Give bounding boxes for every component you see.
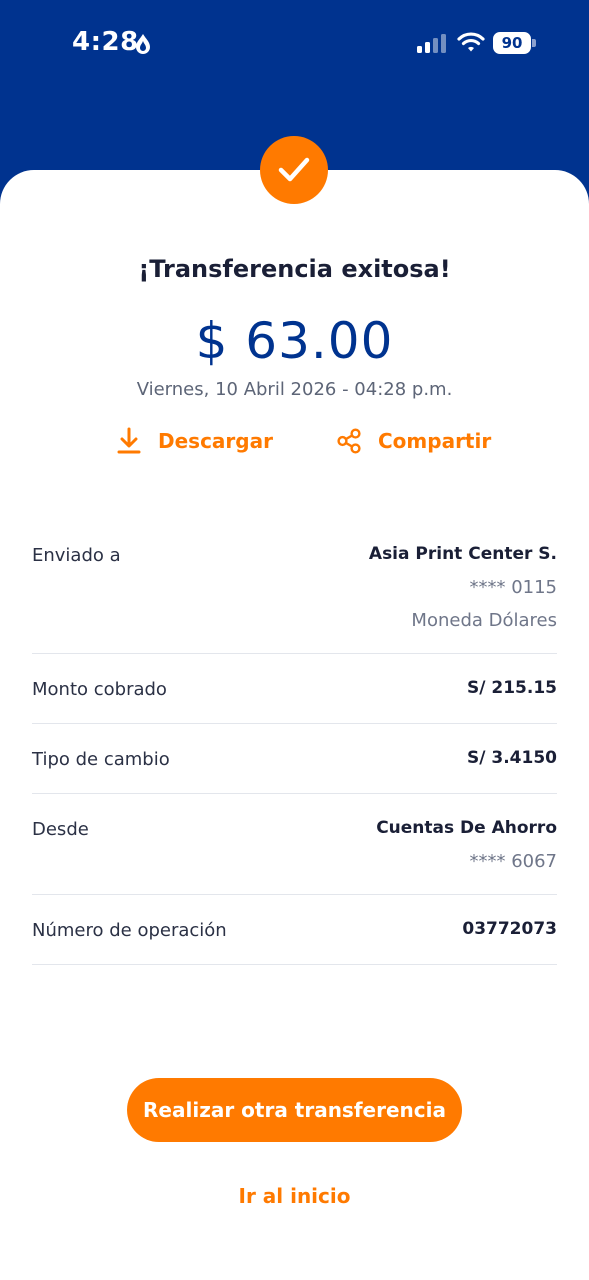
detail-row-sent-to: Enviado a Asia Print Center S. **** 0115… bbox=[32, 530, 557, 654]
page-title: ¡Transferencia exitosa! bbox=[138, 255, 451, 283]
recipient-currency: Moneda Dólares bbox=[411, 610, 557, 631]
download-label: Descargar bbox=[158, 429, 273, 453]
signal-icon bbox=[417, 34, 446, 53]
exchange-value: S/ 3.4150 bbox=[467, 748, 557, 768]
success-check-icon bbox=[260, 136, 328, 204]
detail-row-operation: Número de operación 03772073 bbox=[32, 895, 557, 965]
from-account-number: **** 6067 bbox=[469, 851, 557, 872]
checkmark-icon bbox=[278, 157, 310, 182]
sent-to-label: Enviado a bbox=[32, 545, 121, 566]
charged-label: Monto cobrado bbox=[32, 679, 167, 700]
detail-row-exchange: Tipo de cambio S/ 3.4150 bbox=[32, 724, 557, 794]
share-icon bbox=[337, 428, 361, 454]
download-button[interactable]: Descargar bbox=[116, 426, 273, 456]
from-label: Desde bbox=[32, 819, 89, 840]
share-label: Compartir bbox=[378, 429, 492, 453]
detail-row-charged: Monto cobrado S/ 215.15 bbox=[32, 654, 557, 724]
status-bar: 4:28 90 bbox=[0, 0, 589, 90]
wifi-icon bbox=[457, 32, 485, 52]
transfer-datetime: Viernes, 10 Abril 2026 - 04:28 p.m. bbox=[136, 379, 453, 400]
transfer-amount: $ 63.00 bbox=[195, 312, 394, 370]
battery-tip bbox=[532, 39, 536, 47]
recipient-name: Asia Print Center S. bbox=[368, 544, 557, 564]
battery-level: 90 bbox=[493, 32, 531, 54]
status-time: 4:28 bbox=[72, 27, 139, 57]
go-home-link[interactable]: Ir al inicio bbox=[0, 1184, 589, 1208]
battery-icon: 90 bbox=[493, 32, 537, 54]
detail-row-from: Desde Cuentas De Ahorro **** 6067 bbox=[32, 794, 557, 895]
new-transfer-button[interactable]: Realizar otra transferencia bbox=[127, 1078, 462, 1142]
operation-label: Número de operación bbox=[32, 920, 227, 941]
from-account-type: Cuentas De Ahorro bbox=[376, 818, 557, 838]
exchange-label: Tipo de cambio bbox=[32, 749, 170, 770]
recipient-account: **** 0115 bbox=[469, 577, 557, 598]
operation-number: 03772073 bbox=[462, 919, 557, 939]
drop-icon bbox=[136, 34, 150, 54]
transfer-success-screen: 4:28 90 ¡Transferencia exitosa! $ 63.00 … bbox=[0, 0, 589, 1280]
download-icon bbox=[117, 427, 141, 454]
share-button[interactable]: Compartir bbox=[336, 426, 491, 456]
charged-value: S/ 215.15 bbox=[467, 678, 557, 698]
